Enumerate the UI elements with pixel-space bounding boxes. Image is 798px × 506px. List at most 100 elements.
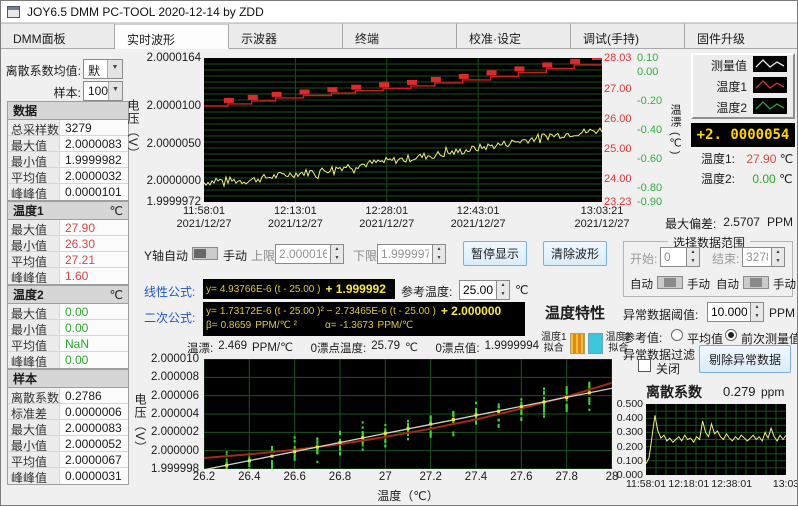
lower-limit-field[interactable] [377, 244, 433, 264]
row-label: 峰峰值 [8, 468, 60, 484]
range-start-mode-toggle[interactable] [657, 276, 683, 289]
y-tick-label: 2.0000100 [139, 100, 201, 112]
temp-tick-label: 26.2 [186, 471, 222, 483]
range-end-spinner[interactable] [772, 247, 785, 267]
chevron-down-icon [107, 60, 122, 78]
table-row: 最大值2.0000083 [8, 136, 128, 152]
table-row: 最小值1.9999982 [8, 152, 128, 168]
sample-count-dropdown[interactable]: 100 [83, 81, 123, 101]
linear-formula-lead: y= [206, 284, 217, 295]
stats-table-样本: 样本离散系数0.2786 ppm标准差0.0000006最大值2.0000083… [7, 369, 129, 485]
legend-item-测量值[interactable]: 测量值 [693, 55, 793, 76]
ref-temp-spinner[interactable] [497, 280, 510, 300]
time-tick-label: 12:28:01 [353, 205, 421, 217]
row-value: 2.0000083 [60, 420, 128, 435]
waveform-chart [204, 58, 602, 202]
outlier-threshold-field[interactable] [707, 302, 751, 322]
table-row: 峰峰值0.0000101 [8, 184, 128, 200]
range-start-spinner[interactable] [687, 247, 700, 267]
linear-formula-box: y= 4.93766E-6 (t - 25.00 ) + 1.999992 [203, 279, 395, 299]
reference-label: 参考值: [623, 329, 662, 346]
drift-axis-label: 0.10 [637, 52, 658, 64]
table-row: 最小值2.0000052 [8, 436, 128, 452]
y-axis-mode-toggle[interactable] [192, 247, 218, 260]
stats-table-数据: 数据总采样数3279最大值2.0000083最小值1.9999982平均值2.0… [7, 101, 129, 201]
table-row: 最大值0.00 [8, 304, 128, 320]
zero-drift-temp-value: 25.79 [371, 340, 400, 356]
temp1-fit-icon[interactable] [570, 333, 585, 354]
quad-formula-constant: + 2.000000 [441, 304, 501, 318]
tab-调试(手持)[interactable]: 调试(手持) [571, 23, 685, 48]
cv-x-tick-label: 11:58:01 [622, 478, 670, 490]
pause-display-button[interactable]: 暂停显示 [463, 241, 527, 266]
quad-formula-box: y= 1.73172E-6 (t - 25.00 )² − 2.73465E-6… [203, 302, 525, 336]
range-end-field[interactable] [742, 247, 772, 267]
range-start-field[interactable] [660, 247, 687, 267]
table-row: 最大值2.0000083 [8, 420, 128, 436]
row-value: 26.30 [60, 236, 128, 251]
upper-limit-spinner[interactable] [331, 244, 344, 264]
close-checkbox-label: 关闭 [656, 360, 680, 377]
row-label: 标准差 [8, 404, 60, 419]
table-row: 最小值0.00 [8, 320, 128, 336]
row-value: 2.0000052 [60, 436, 128, 451]
tab-示波器[interactable]: 示波器 [229, 23, 343, 48]
temp2-fit-icon[interactable] [588, 333, 603, 354]
cv-y-tick-label: 0.400 [607, 412, 643, 424]
row-value: 0.00 [60, 304, 128, 319]
y-tick-label: 2.000000 [141, 445, 199, 457]
temp-tick-label: 27.8 [549, 471, 585, 483]
tab-终端[interactable]: 终端 [343, 23, 457, 48]
tab-校准·设定[interactable]: 校准·设定 [457, 23, 571, 48]
stats-table-温度1: 温度1℃最大值27.90最小值26.30平均值27.21峰峰值1.60 [7, 201, 129, 285]
tab-实时波形[interactable]: 实时波形 [115, 23, 229, 49]
zero-drift-point-value: 1.9999994 [485, 340, 539, 356]
close-checkbox[interactable] [638, 359, 651, 372]
cv-mean-dropdown[interactable]: 默认 [83, 59, 123, 79]
table-row: 离散系数0.2786 ppm [8, 388, 128, 404]
temp1-readout-unit: ℃ [780, 152, 793, 166]
temp2-readout-label: 温度2: [701, 172, 735, 186]
row-value: 0.0000006 [60, 404, 128, 419]
cv-x-tick-label: 12:38:01 [708, 478, 756, 490]
clear-waveform-button[interactable]: 清除波形 [543, 241, 607, 266]
upper-limit-field[interactable] [275, 244, 331, 264]
legend-item-温度2[interactable]: 温度2 [693, 97, 793, 118]
drift-axis-label: -0.20 [637, 95, 662, 107]
temp2-readout-unit: ℃ [779, 172, 792, 186]
temp-fit-chart [204, 359, 612, 469]
legend-line-icon [753, 56, 787, 75]
alpha-unit: PPM/℃ [378, 320, 414, 331]
date-tick-label: 2021/12/27 [568, 218, 636, 230]
stats-table-header: 温度1℃ [8, 202, 128, 220]
stats-table-header: 样本 [8, 370, 128, 388]
bottom-chart-x-axis-title: 温度（℃） [373, 487, 443, 504]
beta-unit: PPM/℃ ² [255, 320, 297, 331]
outlier-threshold-spinner[interactable] [751, 302, 764, 322]
table-row: 峰峰值1.60 [8, 268, 128, 284]
temp-tick-label: 27 [367, 471, 403, 483]
radio-average[interactable] [671, 329, 683, 341]
tab-DMM面板[interactable]: DMM面板 [1, 23, 115, 48]
temp-tick-label: 26.8 [322, 471, 358, 483]
window-title: JOY6.5 DMM PC-TOOL 2020-12-14 by ZDD [27, 5, 264, 19]
drift-axis-label: 0.00 [637, 66, 658, 78]
row-value: 1.60 [60, 268, 128, 284]
remove-outliers-button[interactable]: 剔除异常数据 [699, 345, 791, 373]
radio-previous[interactable] [725, 329, 737, 341]
range-start-label: 开始: [630, 250, 657, 267]
time-tick-label: 12:43:01 [444, 205, 512, 217]
legend-item-温度1[interactable]: 温度1 [693, 76, 793, 97]
lower-limit-spinner[interactable] [433, 244, 446, 264]
stats-table-title: 样本 [13, 370, 37, 387]
row-label: 峰峰值 [8, 268, 60, 284]
range-end-mode-toggle[interactable] [743, 276, 769, 289]
date-tick-label: 2021/12/27 [444, 218, 512, 230]
tab-固件升级[interactable]: 固件升级 [685, 23, 798, 48]
zero-drift-point-label: 0漂点值: [436, 340, 480, 356]
zero-drift-temp-unit: ℃ [405, 340, 418, 356]
row-label: 最大值 [8, 304, 60, 319]
y-tick-label: 2.000010 [141, 353, 199, 365]
ref-temp-field[interactable] [459, 280, 497, 300]
stats-table-header: 数据 [8, 102, 128, 120]
